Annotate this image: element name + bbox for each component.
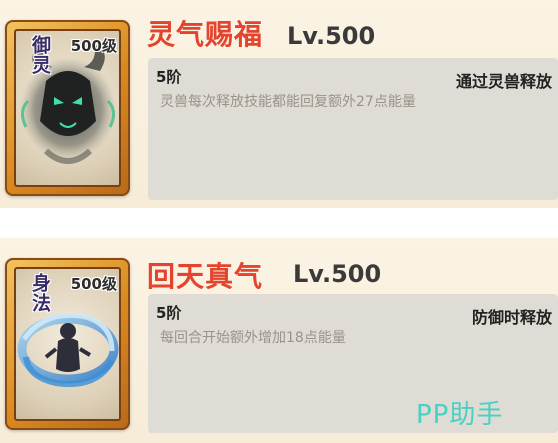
skill-name: 回天真气 [147, 260, 264, 293]
skill-level: Lv.500 [293, 260, 382, 288]
skill-trigger: 防御时释放 [471, 308, 552, 327]
skill-trigger: 通过灵兽释放 [455, 72, 552, 91]
skill-tier: 5阶 [156, 68, 182, 86]
skill-level: Lv.500 [287, 22, 376, 50]
skill-description: 每回合开始额外增加18点能量 [160, 330, 346, 346]
card-art-frame: 御灵 500级 [14, 29, 121, 187]
skill-card[interactable]: 身法 500级 [5, 258, 130, 430]
card-level-label: 500级 [70, 37, 117, 55]
watermark: PP助手 [416, 400, 504, 430]
card-type-label: 御灵 [29, 35, 51, 75]
card-type-label: 身法 [29, 273, 51, 313]
card-level-label: 500级 [70, 275, 117, 293]
skill-info-box: 5阶 通过灵兽释放 灵兽每次释放技能都能回复额外27点能量 [148, 58, 558, 200]
skill-panel-1: 御灵 500级 灵气赐福 Lv.500 5阶 通过灵兽释放 灵兽每次释放技能都能… [0, 0, 558, 208]
card-art-frame: 身法 500级 [14, 267, 121, 421]
skill-name: 灵气赐福 [147, 18, 264, 51]
skill-description: 灵兽每次释放技能都能回复额外27点能量 [160, 94, 416, 110]
skill-tier: 5阶 [156, 304, 182, 322]
skill-card[interactable]: 御灵 500级 [5, 20, 130, 196]
